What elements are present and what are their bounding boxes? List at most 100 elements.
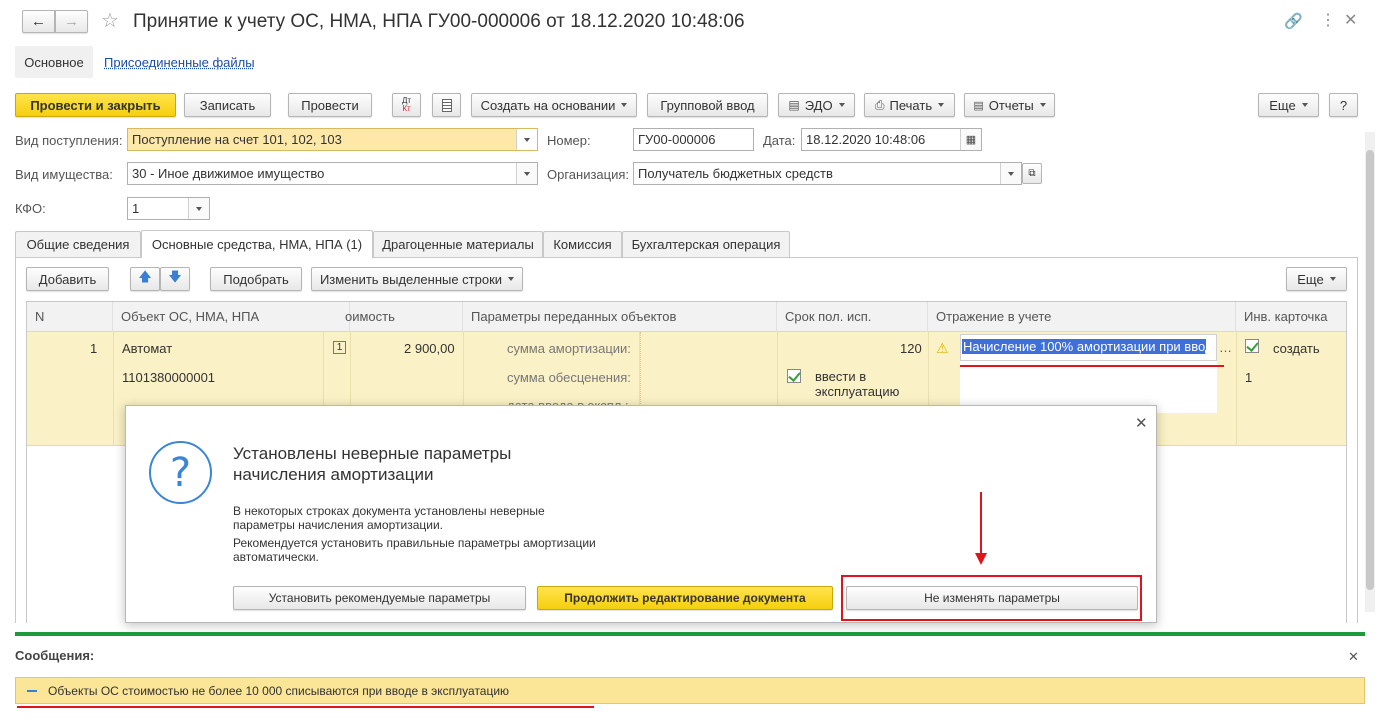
reports-icon: ▤ [973,99,984,112]
dropdown-button[interactable] [516,163,537,184]
arrow-left-icon: ← [31,13,46,30]
col-accounting[interactable]: Отражение в учете [928,302,1236,332]
tab-accounting-operation[interactable]: Бухгалтерская операция [622,231,790,257]
col-card[interactable]: Инв. карточка [1236,302,1346,332]
dt-kt-button[interactable]: Дт Кт [392,93,421,117]
row-object[interactable]: Автомат [122,341,172,356]
number-field[interactable]: ГУ00-000006 [633,128,754,151]
col-cost[interactable]: оимость [343,302,463,332]
annotation-arrow [980,492,982,556]
forward-button[interactable]: → [55,10,88,33]
calendar-button[interactable]: ▦ [960,129,981,150]
dialog-close-icon[interactable]: ✕ [1135,414,1148,432]
list-button[interactable] [432,93,461,117]
more-vertical-icon[interactable]: ⋮ [1320,10,1336,30]
warning-icon: ⚠ [936,340,949,356]
write-button[interactable]: Записать [184,93,271,117]
chevron-down-icon [1008,171,1014,176]
org-field[interactable]: Получатель бюджетных средств [633,162,1022,185]
card-number: 1 [1245,370,1253,385]
link-icon[interactable]: 🔗 [1284,12,1303,30]
kfo-field[interactable]: 1 [127,197,210,220]
group-input-button[interactable]: Групповой ввод [647,93,768,117]
create-based-label: Создать на основании [480,97,616,113]
list-icon [441,98,452,112]
nav-tab-files[interactable]: Присоединенные файлы [104,55,255,70]
post-and-close-button[interactable]: Провести и закрыть [15,93,176,117]
col-params[interactable]: Параметры переданных объектов [463,302,777,332]
chevron-down-icon [838,103,845,107]
calendar-icon: ▦ [965,134,977,146]
edo-button[interactable]: ▤ ЭДО [778,93,855,117]
create-based-button[interactable]: Создать на основании [471,93,637,117]
message-item[interactable]: Объекты ОС стоимостью не более 10 000 сп… [15,677,1365,704]
commission-checkbox[interactable] [787,369,801,383]
open-org-button[interactable]: ⧉ [1022,163,1042,184]
continue-editing-button[interactable]: Продолжить редактирование документа [537,586,833,610]
dropdown-button[interactable] [516,129,537,150]
date-label: Дата: [763,133,796,148]
messages-close-icon[interactable]: ✕ [1348,649,1359,665]
qty-badge: 1 [333,341,346,354]
param-impairment: сумма обесценения: [507,370,631,385]
dropdown-button[interactable] [1000,163,1021,184]
print-button[interactable]: ⎙ Печать [864,93,955,117]
scrollbar-thumb[interactable] [1366,150,1374,590]
back-button[interactable]: ← [22,10,55,33]
ellipsis-icon[interactable]: … [1219,340,1232,355]
row-cost[interactable]: 2 900,00 [404,341,455,356]
tab-fixed-assets[interactable]: Основные средства, НМА, НПА (1) [141,230,373,258]
property-type-label: Вид имущества: [15,167,113,182]
tab-precious-materials[interactable]: Драгоценные материалы [373,231,543,257]
receipt-type-value: Поступление на счет 101, 102, 103 [132,132,342,147]
chevron-down-icon [508,277,515,281]
messages-title: Сообщения: [15,648,95,663]
col-n[interactable]: N [27,302,113,332]
edo-label: ЭДО [804,97,833,113]
row-inv-number[interactable]: 1101380000001 [122,370,215,385]
help-button[interactable]: ? [1329,93,1358,117]
number-label: Номер: [547,133,591,148]
org-label: Организация: [547,167,630,182]
date-field[interactable]: 18.12.2020 10:48:06 ▦ [801,128,982,151]
add-row-button[interactable]: Добавить [26,267,109,291]
set-recommended-button[interactable]: Установить рекомендуемые параметры [233,586,526,610]
reports-button[interactable]: ▤ Отчеты [964,93,1055,117]
window-title: Принятие к учету ОС, НМА, НПА ГУ00-00000… [133,11,745,32]
post-button[interactable]: Провести [288,93,372,117]
table-more-button[interactable]: Еще [1286,267,1347,291]
chevron-down-icon [621,103,628,107]
dropdown-button[interactable] [188,198,209,219]
col-term[interactable]: Срок пол. исп. [777,302,928,332]
dialog-title: Установлены неверные параметры начислени… [233,444,512,484]
tab-general[interactable]: Общие сведения [15,231,141,257]
more-button[interactable]: Еще [1258,93,1319,117]
accounting-value: Начисление 100% амортизации при вводе [962,339,1206,354]
question-icon: ? [149,441,212,504]
change-rows-label: Изменить выделенные строки [319,271,503,287]
annotation-underline [960,365,1224,367]
nav-tab-main[interactable]: Основное [15,46,93,78]
org-value: Получатель бюджетных средств [638,166,833,181]
change-rows-button[interactable]: Изменить выделенные строки [311,267,523,291]
star-icon[interactable]: ☆ [101,8,119,33]
open-icon: ⧉ [1028,168,1036,179]
close-icon[interactable]: ✕ [1344,10,1357,30]
receipt-type-field[interactable]: Поступление на счет 101, 102, 103 [127,128,538,151]
title-bar: ← → ☆ Принятие к учету ОС, НМА, НПА ГУ00… [0,0,1379,44]
move-up-button[interactable]: 🡅 [130,267,160,291]
scrollbar[interactable] [1365,132,1375,612]
chevron-down-icon [524,137,530,142]
kfo-value: 1 [132,201,140,216]
table-more-label: Еще [1297,271,1324,287]
card-checkbox[interactable] [1245,339,1259,353]
chevron-down-icon [1329,277,1336,281]
row-term[interactable]: 120 [900,341,922,356]
col-object[interactable]: Объект ОС, НМА, НПА [113,302,350,332]
chevron-down-icon [196,206,202,211]
select-button[interactable]: Подобрать [210,267,302,291]
move-down-button[interactable]: 🡇 [160,267,190,291]
tab-commission[interactable]: Комиссия [543,231,622,257]
property-type-field[interactable]: 30 - Иное движимое имущество [127,162,538,185]
reports-label: Отчеты [988,97,1034,113]
